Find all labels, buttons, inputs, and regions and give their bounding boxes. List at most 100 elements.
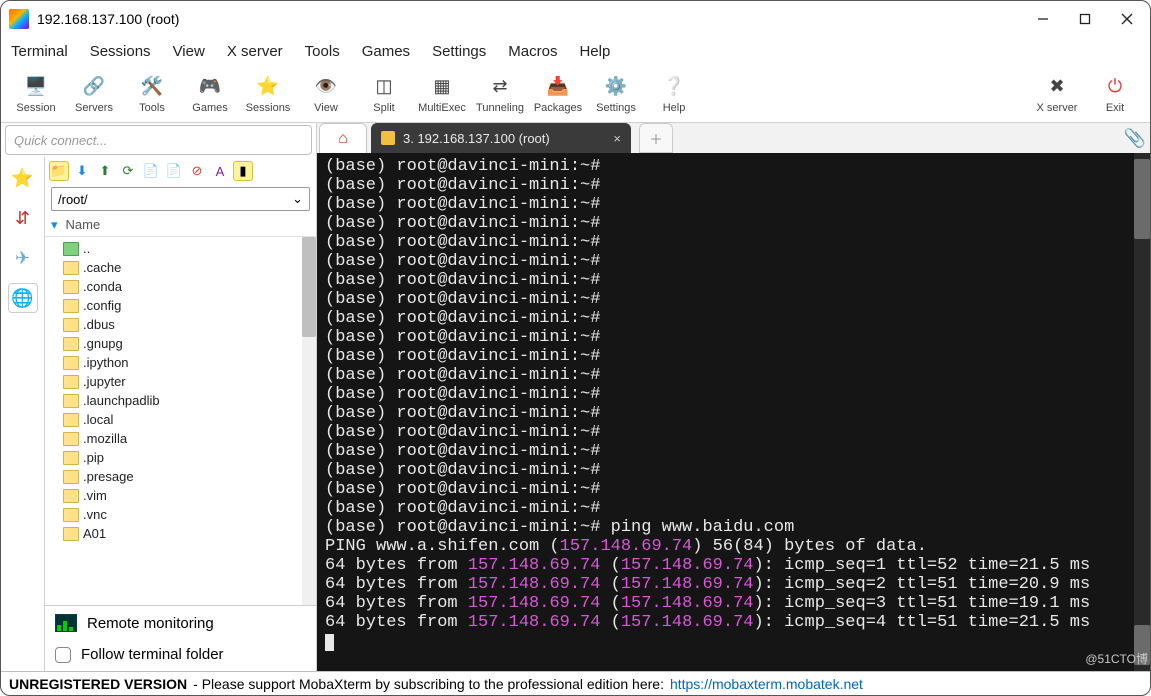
remote-monitoring-button[interactable]: Remote monitoring xyxy=(55,614,306,632)
toolbar-x-server[interactable]: ✖X server xyxy=(1028,74,1086,114)
menu-settings[interactable]: Settings xyxy=(432,43,486,60)
terminal-tab-icon xyxy=(381,131,395,145)
download-icon[interactable]: ⬇ xyxy=(72,161,92,181)
macros-tab-icon[interactable]: ✈ xyxy=(8,243,38,273)
terminal-tab[interactable]: 3. 192.168.137.100 (root) × xyxy=(371,123,631,153)
folder-icon xyxy=(63,337,79,351)
quick-connect-input[interactable]: Quick connect... xyxy=(5,125,312,155)
paperclip-icon[interactable]: 📎 xyxy=(1120,123,1150,153)
tools-icon: 🛠️ xyxy=(139,74,165,100)
close-button[interactable] xyxy=(1120,12,1134,26)
toolbar: 🖥️Session🔗Servers🛠️Tools🎮Games⭐Sessions👁… xyxy=(1,65,1150,123)
tab-close-icon[interactable]: × xyxy=(613,131,621,146)
globe-tab-icon[interactable]: 🌐 xyxy=(8,283,38,313)
delete-icon[interactable]: ⊘ xyxy=(187,161,207,181)
bookmark-icon[interactable]: ▮ xyxy=(233,161,253,181)
toolbar-packages[interactable]: 📥Packages xyxy=(529,74,587,114)
chevron-down-icon: ⌄ xyxy=(292,191,303,207)
menu-tools[interactable]: Tools xyxy=(305,43,340,60)
folder-icon xyxy=(63,489,79,503)
edit-icon[interactable]: A xyxy=(210,161,230,181)
terminal-tab-label: 3. 192.168.137.100 (root) xyxy=(403,131,550,146)
toolbar-games[interactable]: 🎮Games xyxy=(181,74,239,114)
home-icon: ⌂ xyxy=(338,130,348,148)
tree-header-label: Name xyxy=(66,217,101,232)
folder-icon xyxy=(63,432,79,446)
title-bar: 192.168.137.100 (root) xyxy=(1,1,1150,37)
follow-terminal-checkbox[interactable]: Follow terminal folder xyxy=(55,646,306,663)
caret-down-icon: ▾ xyxy=(51,217,58,233)
terminal-view[interactable]: (base) root@davinci-mini:~# (base) root@… xyxy=(317,153,1150,671)
tree-item[interactable]: .launchpadlib xyxy=(51,391,316,410)
menu-sessions[interactable]: Sessions xyxy=(90,43,151,60)
home-tab[interactable]: ⌂ xyxy=(319,123,367,153)
upload-icon[interactable]: ⬆ xyxy=(95,161,115,181)
maximize-button[interactable] xyxy=(1078,12,1092,26)
toolbar-exit[interactable]: ⏻Exit xyxy=(1086,74,1144,114)
folder-icon xyxy=(63,356,79,370)
servers-icon: 🔗 xyxy=(81,74,107,100)
folder-icon xyxy=(63,375,79,389)
tree-header[interactable]: ▾ Name xyxy=(45,213,316,237)
refresh-icon[interactable]: ⟳ xyxy=(118,161,138,181)
menu-terminal[interactable]: Terminal xyxy=(11,43,68,60)
menu-x-server[interactable]: X server xyxy=(227,43,283,60)
tree-item[interactable]: .vnc xyxy=(51,505,316,524)
tree-item[interactable]: .conda xyxy=(51,277,316,296)
tree-item[interactable]: A01 xyxy=(51,524,316,543)
toolbar-settings[interactable]: ⚙️Settings xyxy=(587,74,645,114)
unregistered-label: UNREGISTERED VERSION xyxy=(9,676,187,692)
toolbar-multiexec[interactable]: ▦MultiExec xyxy=(413,74,471,114)
terminal-scrollbar[interactable] xyxy=(1134,153,1150,671)
folder-icon xyxy=(63,413,79,427)
new-tab-button[interactable]: ＋ xyxy=(639,123,673,153)
tree-item[interactable]: .config xyxy=(51,296,316,315)
menu-help[interactable]: Help xyxy=(579,43,610,60)
path-combobox[interactable]: /root/ ⌄ xyxy=(51,187,310,211)
toolbar-view[interactable]: 👁️View xyxy=(297,74,355,114)
menu-view[interactable]: View xyxy=(173,43,205,60)
follow-terminal-label: Follow terminal folder xyxy=(81,646,224,663)
toolbar-servers[interactable]: 🔗Servers xyxy=(65,74,123,114)
tree-item[interactable]: .jupyter xyxy=(51,372,316,391)
path-value: /root/ xyxy=(58,192,88,207)
file-browser: 📁 ⬇ ⬆ ⟳ 📄 📄 ⊘ A ▮ /root/ ⌄ ▾ Name xyxy=(45,157,316,671)
file-tree[interactable]: ...cache.conda.config.dbus.gnupg.ipython… xyxy=(45,237,316,605)
folder-icon xyxy=(63,261,79,275)
packages-icon: 📥 xyxy=(545,74,571,100)
toolbar-split[interactable]: ◫Split xyxy=(355,74,413,114)
tree-item[interactable]: .gnupg xyxy=(51,334,316,353)
folder-icon xyxy=(63,451,79,465)
tree-item[interactable]: .cache xyxy=(51,258,316,277)
tree-item[interactable]: .ipython xyxy=(51,353,316,372)
split-icon: ◫ xyxy=(371,74,397,100)
window-buttons xyxy=(1036,12,1134,26)
menu-games[interactable]: Games xyxy=(362,43,410,60)
tree-item[interactable]: .. xyxy=(51,239,316,258)
sftp-tab-icon[interactable]: ⇵ xyxy=(8,203,38,233)
tree-item[interactable]: .pip xyxy=(51,448,316,467)
folder-icon xyxy=(63,394,79,408)
new-file-icon[interactable]: 📄 xyxy=(164,161,184,181)
menu-macros[interactable]: Macros xyxy=(508,43,557,60)
tree-item[interactable]: .local xyxy=(51,410,316,429)
file-toolbar: 📁 ⬇ ⬆ ⟳ 📄 📄 ⊘ A ▮ xyxy=(45,157,316,185)
tree-item[interactable]: .mozilla xyxy=(51,429,316,448)
tree-item[interactable]: .dbus xyxy=(51,315,316,334)
minimize-button[interactable] xyxy=(1036,12,1050,26)
folder-up-icon[interactable]: 📁 xyxy=(49,161,69,181)
toolbar-tunneling[interactable]: ⇄Tunneling xyxy=(471,74,529,114)
tree-item[interactable]: .vim xyxy=(51,486,316,505)
menu-bar: Terminal Sessions View X server Tools Games Se… xyxy=(1,37,1150,65)
favorites-tab-icon[interactable]: ⭐ xyxy=(8,163,38,193)
status-link[interactable]: https://mobaxterm.mobatek.net xyxy=(670,676,863,692)
toolbar-help[interactable]: ❔Help xyxy=(645,74,703,114)
toolbar-tools[interactable]: 🛠️Tools xyxy=(123,74,181,114)
tree-item[interactable]: .presage xyxy=(51,467,316,486)
new-folder-icon[interactable]: 📄 xyxy=(141,161,161,181)
toolbar-sessions[interactable]: ⭐Sessions xyxy=(239,74,297,114)
toolbar-session[interactable]: 🖥️Session xyxy=(7,74,65,114)
tree-scrollbar[interactable] xyxy=(302,237,316,605)
app-icon xyxy=(9,9,29,29)
view-icon: 👁️ xyxy=(313,74,339,100)
